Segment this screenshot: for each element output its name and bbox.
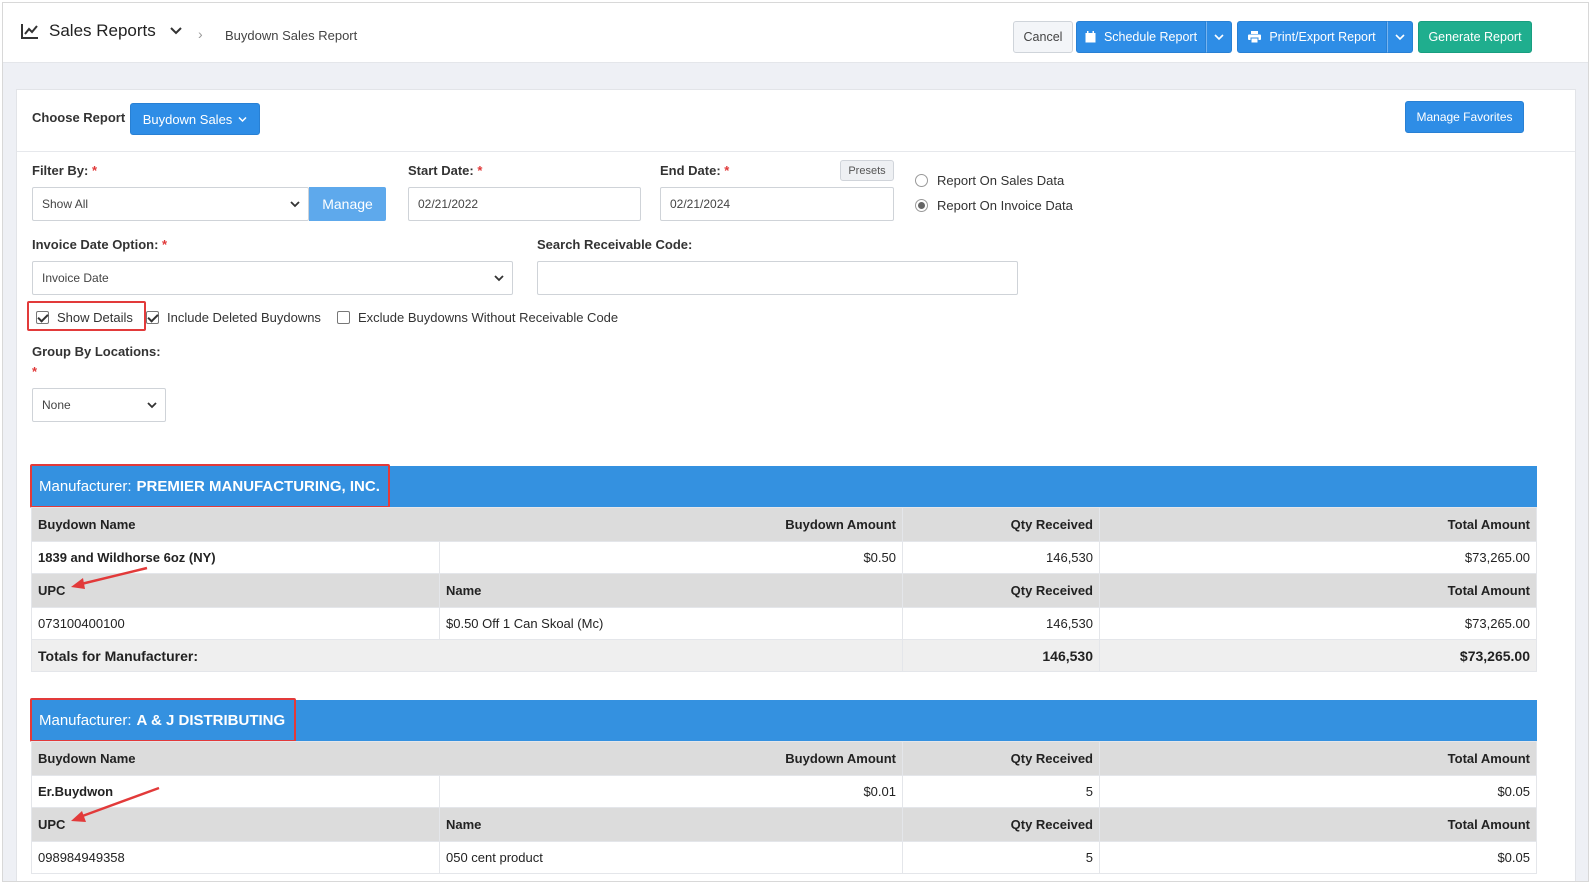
required-mark: *	[32, 364, 38, 379]
printer-icon	[1248, 31, 1262, 43]
group-by-select[interactable]: None	[32, 388, 166, 422]
buydown-amount-cell: $0.50	[439, 541, 903, 574]
total-cell: $73,265.00	[1099, 607, 1537, 640]
radio-invoice-data[interactable]: Report On Invoice Data	[915, 198, 1073, 213]
column-header: Buydown Name Buydown Amount	[31, 507, 903, 542]
upc-cell: 098984949358	[31, 841, 440, 874]
print-export-button[interactable]: Print/Export Report	[1237, 21, 1387, 53]
end-date-label: End Date: *	[660, 163, 730, 178]
column-header: Qty Received	[902, 507, 1100, 542]
highlight-box	[30, 698, 296, 742]
buydown-amount-cell: $0.01	[439, 775, 903, 808]
column-header: Buydown Name Buydown Amount	[31, 741, 903, 776]
chevron-down-icon	[1214, 34, 1224, 41]
highlight-box	[27, 301, 146, 331]
column-header: Name	[439, 573, 903, 608]
detail-header-row: UPC Name Qty Received Total Amount	[31, 573, 1537, 608]
table-header-row: Buydown Name Buydown Amount Qty Received…	[31, 507, 1537, 542]
manufacturer-table: Buydown Name Buydown Amount Qty Received…	[31, 741, 1537, 874]
checkbox-unchecked	[337, 311, 350, 324]
choose-report-row: Choose Report Buydown Sales Manage Favor…	[17, 90, 1575, 152]
exclude-without-code-checkbox[interactable]: Exclude Buydowns Without Receivable Code	[337, 310, 618, 325]
print-export-dropdown[interactable]	[1387, 21, 1413, 53]
search-receivable-code-label: Search Receivable Code:	[537, 237, 693, 252]
totals-row: Totals for Manufacturer: 146,530 $73,265…	[31, 639, 1537, 672]
red-arrow-annotation	[71, 786, 160, 822]
chevron-down-icon	[494, 275, 504, 282]
radio-circle-selected	[915, 199, 928, 212]
presets-button[interactable]: Presets	[840, 160, 894, 181]
filter-by-select[interactable]: Show All	[32, 187, 309, 221]
column-header: Total Amount	[1099, 741, 1537, 776]
total-cell: $0.05	[1099, 841, 1537, 874]
chevron-down-icon[interactable]	[170, 26, 182, 36]
invoice-date-select[interactable]: Invoice Date	[32, 261, 513, 295]
cancel-button[interactable]: Cancel	[1013, 21, 1073, 53]
total-cell: $0.05	[1099, 775, 1537, 808]
include-deleted-checkbox[interactable]: Include Deleted Buydowns	[146, 310, 321, 325]
column-header: Total Amount	[1099, 507, 1537, 542]
chevron-down-icon	[147, 402, 157, 409]
choose-report-dropdown[interactable]: Buydown Sales	[130, 103, 260, 135]
qty-cell: 146,530	[902, 607, 1100, 640]
totals-label: Totals for Manufacturer:	[31, 639, 903, 672]
total-cell: $73,265.00	[1099, 541, 1537, 574]
invoice-date-option-label: Invoice Date Option: *	[32, 237, 168, 252]
calendar-icon	[1085, 31, 1096, 43]
choose-report-label: Choose Report	[32, 110, 126, 125]
end-date-input[interactable]: 02/21/2024	[660, 187, 894, 221]
qty-cell: 146,530	[902, 541, 1100, 574]
detail-header-row: UPC Name Qty Received Total Amount	[31, 807, 1537, 842]
table-row: Er.Buydwon $0.01 5 $0.05	[31, 775, 1537, 808]
module-title[interactable]: Sales Reports	[21, 21, 182, 41]
column-header: Name	[439, 807, 903, 842]
name-cell: 050 cent product	[439, 841, 903, 874]
column-header: Total Amount	[1099, 807, 1537, 842]
column-header: Qty Received	[902, 573, 1100, 608]
detail-row: 073100400100 $0.50 Off 1 Can Skoal (Mc) …	[31, 607, 1537, 640]
schedule-report-dropdown[interactable]	[1206, 21, 1232, 53]
group-by-locations-label: Group By Locations:	[32, 344, 161, 359]
highlight-box	[30, 464, 390, 508]
totals-qty: 146,530	[902, 639, 1100, 672]
manage-filter-button[interactable]: Manage	[309, 187, 386, 221]
column-header: Qty Received	[902, 741, 1100, 776]
filter-by-label: Filter By: *	[32, 163, 98, 178]
app-frame: Sales Reports › Buydown Sales Report Can…	[2, 2, 1589, 882]
breadcrumb: Buydown Sales Report	[225, 28, 358, 43]
manufacturer-table: Buydown Name Buydown Amount Qty Received…	[31, 507, 1537, 672]
detail-row: 098984949358 050 cent product 5 $0.05	[31, 841, 1537, 874]
report-card: Choose Report Buydown Sales Manage Favor…	[16, 89, 1576, 881]
table-row: 1839 and Wildhorse 6oz (NY) $0.50 146,53…	[31, 541, 1537, 574]
module-title-text: Sales Reports	[49, 21, 156, 40]
chevron-down-icon	[1395, 34, 1405, 41]
radio-sales-data[interactable]: Report On Sales Data	[915, 173, 1064, 188]
name-cell: $0.50 Off 1 Can Skoal (Mc)	[439, 607, 903, 640]
top-bar: Sales Reports › Buydown Sales Report Can…	[3, 3, 1588, 63]
qty-cell: 5	[902, 841, 1100, 874]
schedule-report-label: Schedule Report	[1103, 30, 1198, 44]
start-date-input[interactable]: 02/21/2022	[408, 187, 641, 221]
column-header: Qty Received	[902, 807, 1100, 842]
qty-cell: 5	[902, 775, 1100, 808]
column-header: Total Amount	[1099, 573, 1537, 608]
breadcrumb-separator-icon: ›	[198, 26, 203, 42]
start-date-label: Start Date: *	[408, 163, 483, 178]
generate-report-button[interactable]: Generate Report	[1418, 21, 1532, 53]
schedule-report-button[interactable]: Schedule Report	[1076, 21, 1206, 53]
chevron-down-icon	[238, 116, 247, 122]
checkbox-checked	[146, 311, 159, 324]
radio-circle	[915, 174, 928, 187]
line-chart-icon	[21, 24, 38, 39]
totals-amount: $73,265.00	[1099, 639, 1537, 672]
search-receivable-code-input[interactable]	[537, 261, 1018, 295]
choose-report-value: Buydown Sales	[142, 111, 233, 127]
red-arrow-annotation	[71, 566, 148, 589]
table-header-row: Buydown Name Buydown Amount Qty Received…	[31, 741, 1537, 776]
chevron-down-icon	[290, 201, 300, 208]
upc-cell: 073100400100	[31, 607, 440, 640]
print-export-label: Print/Export Report	[1269, 30, 1376, 44]
manage-favorites-button[interactable]: Manage Favorites	[1405, 101, 1524, 133]
